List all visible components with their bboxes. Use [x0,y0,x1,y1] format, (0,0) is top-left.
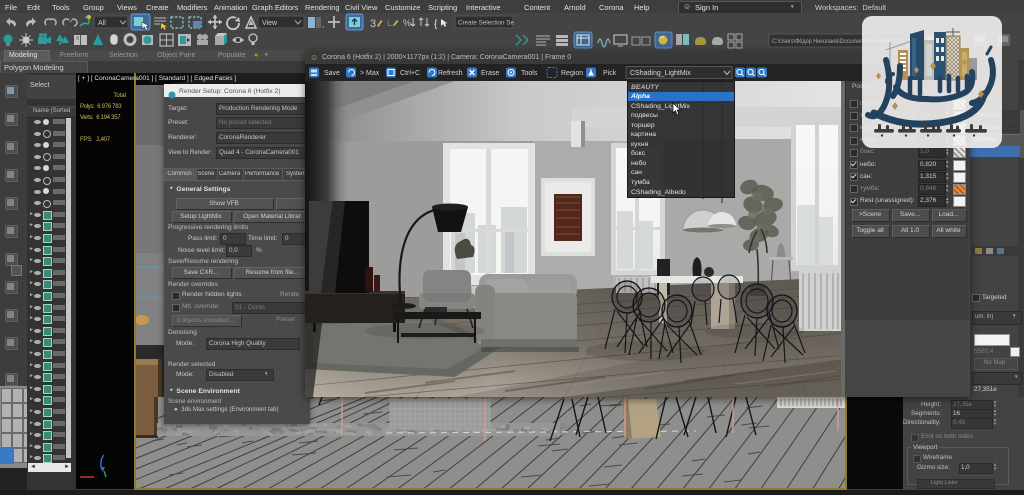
svg-text:Region: Region [561,70,583,77]
svg-text:3: 3 [370,18,376,30]
svg-text:All: All [98,20,106,27]
svg-text:%: % [403,18,411,28]
svg-text:Refresh: Refresh [438,70,463,77]
svg-text:View: View [262,20,278,27]
svg-text:Pick: Pick [603,70,617,77]
svg-text:Save: Save [324,70,340,77]
svg-text:Ctrl+C: Ctrl+C [400,70,420,77]
svg-text:,: , [322,20,324,29]
svg-text:Erase: Erase [481,70,499,77]
svg-text:∟: ∟ [386,18,395,28]
svg-text:{: { [434,19,438,30]
svg-text:Tools: Tools [521,70,538,77]
svg-text:Create Selection Se: Create Selection Se [458,20,515,27]
svg-text:> Max: > Max [360,70,380,77]
svg-text:CShading_LightMix: CShading_LightMix [630,70,691,77]
